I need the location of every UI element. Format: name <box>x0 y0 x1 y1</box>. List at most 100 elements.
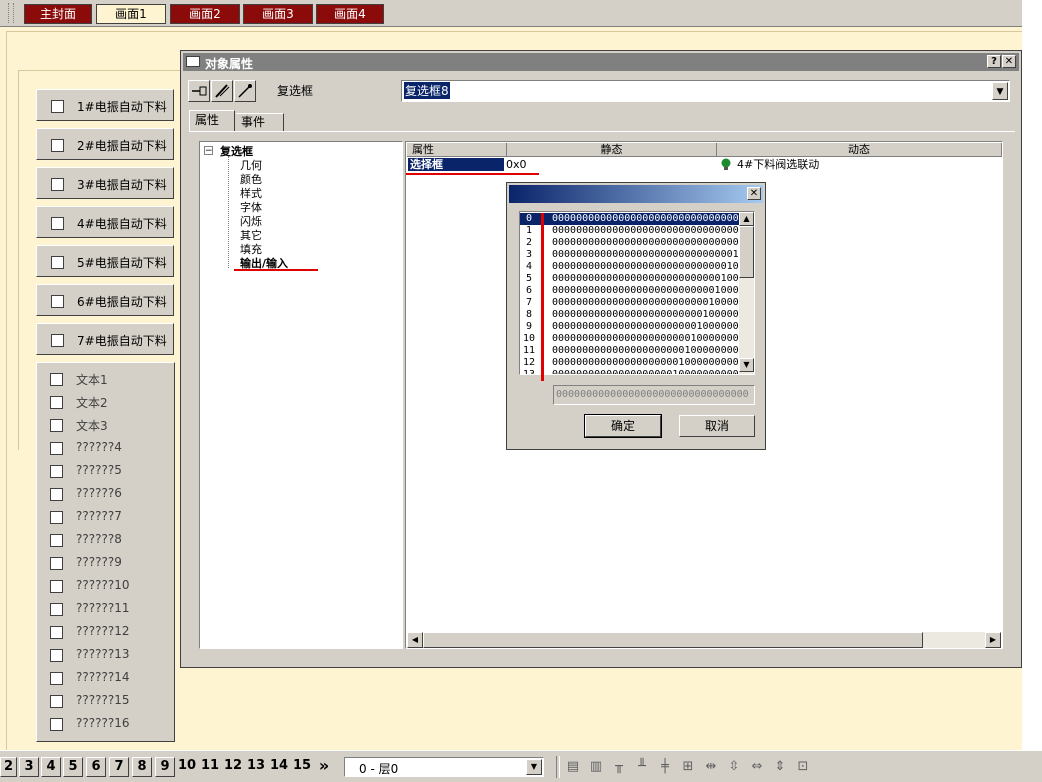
checkbox-square[interactable] <box>50 603 63 616</box>
checkbox-square[interactable] <box>50 718 63 731</box>
bit-row[interactable]: 1 00000000000000000000000000000000 <box>520 225 745 237</box>
cancel-button[interactable]: 取消 <box>679 415 755 437</box>
close-button[interactable]: ✕ <box>1002 55 1016 68</box>
checkbox-square[interactable] <box>50 419 63 432</box>
bit-row[interactable]: 7 00000000000000000000000000100000 <box>520 297 745 309</box>
page-button-9[interactable]: 9 <box>155 757 175 777</box>
grid-header-property[interactable]: 属性 <box>407 143 507 157</box>
checkbox-list-item[interactable]: ??????6 <box>36 482 174 505</box>
tab-main-cover[interactable]: 主封面 <box>24 4 92 24</box>
vertical-scrollbar[interactable]: ▲ ▼ <box>739 212 754 374</box>
page-button-7[interactable]: 7 <box>109 757 129 777</box>
bit-row[interactable]: 10 00000000000000000000000100000000 <box>520 333 745 345</box>
page-button-13[interactable]: 13 <box>246 757 266 777</box>
bit-row[interactable]: 11 00000000000000000000001000000000 <box>520 345 745 357</box>
bit-row[interactable]: 3 00000000000000000000000000000010 <box>520 249 745 261</box>
checkbox-list-item[interactable]: ??????7 <box>36 505 174 528</box>
checkbox-list-item[interactable]: ??????16 <box>36 712 174 735</box>
checkbox-square[interactable] <box>50 442 63 455</box>
bit-row[interactable]: 6 00000000000000000000000000010000 <box>520 285 745 297</box>
checkbox-list-item[interactable]: ??????15 <box>36 689 174 712</box>
popup-close-button[interactable]: ✕ <box>747 187 761 200</box>
tree-collapse-icon[interactable]: − <box>204 146 213 156</box>
page-button-15[interactable]: 15 <box>292 757 312 777</box>
checkbox-list-item[interactable]: ??????8 <box>36 528 174 551</box>
horizontal-scrollbar[interactable]: ◀ ▶ <box>407 632 1001 648</box>
page-button-3[interactable]: 3 <box>19 757 39 777</box>
grid-header-static[interactable]: 静态 <box>507 143 717 157</box>
checkbox-square[interactable] <box>51 217 64 230</box>
bit-row[interactable]: 2 00000000000000000000000000000001 <box>520 237 745 249</box>
page-button-5[interactable]: 5 <box>63 757 83 777</box>
same-width-icon[interactable]: ⇔ <box>748 758 766 776</box>
bit-row[interactable]: 12 00000000000000000000010000000000 <box>520 357 745 369</box>
checkbox-6-auto-feed[interactable]: 6#电振自动下料 <box>36 284 174 316</box>
checkbox-list-item[interactable]: ??????10 <box>36 574 174 597</box>
checkbox-square[interactable] <box>50 626 63 639</box>
align-center-h-icon[interactable]: ▥ <box>587 758 605 776</box>
chevron-down-icon[interactable]: ▼ <box>992 82 1008 100</box>
tab-screen-1[interactable]: 画面1 <box>96 4 166 24</box>
checkbox-square[interactable] <box>51 334 64 347</box>
checkbox-1-auto-feed[interactable]: 1#电振自动下料 <box>36 89 174 121</box>
align-left-icon[interactable]: ▤ <box>564 758 582 776</box>
distribute-h-icon[interactable]: ⇹ <box>702 758 720 776</box>
checkbox-square[interactable] <box>50 649 63 662</box>
checkbox-list-item[interactable]: ??????5 <box>36 459 174 482</box>
edit-button[interactable] <box>211 80 233 102</box>
scroll-down-icon[interactable]: ▼ <box>739 358 754 372</box>
grid-cell-dynamic[interactable]: 4#下料阀选联动 <box>737 158 819 171</box>
checkbox-square[interactable] <box>50 373 63 386</box>
bit-row-selected[interactable]: 0 00000000000000000000000000000000 <box>520 213 745 225</box>
page-button-4[interactable]: 4 <box>41 757 61 777</box>
align-center-v-icon[interactable]: ╪ <box>656 758 674 776</box>
page-button-11[interactable]: 11 <box>200 757 220 777</box>
ok-button[interactable]: 确定 <box>584 414 662 438</box>
page-button-12[interactable]: 12 <box>223 757 243 777</box>
checkbox-list-item[interactable]: 文本1 <box>36 367 174 390</box>
checkbox-list-item[interactable]: ??????12 <box>36 620 174 643</box>
tab-properties[interactable]: 属性 <box>189 110 235 132</box>
page-button-6[interactable]: 6 <box>86 757 106 777</box>
distribute-v-icon[interactable]: ⇳ <box>725 758 743 776</box>
page-button-14[interactable]: 14 <box>269 757 289 777</box>
checkbox-list-item[interactable]: ??????14 <box>36 666 174 689</box>
checkbox-list-item[interactable]: ??????9 <box>36 551 174 574</box>
checkbox-7-auto-feed[interactable]: 7#电振自动下料 <box>36 323 174 355</box>
bit-row[interactable]: 9 00000000000000000000000010000000 <box>520 321 745 333</box>
checkbox-square[interactable] <box>50 580 63 593</box>
grid-header-dynamic[interactable]: 动态 <box>717 143 1002 157</box>
layer-select[interactable]: 0 - 层0 ▼ <box>344 757 544 777</box>
page-button-8[interactable]: 8 <box>132 757 152 777</box>
property-tree[interactable]: − 复选框 几何 颜色 样式 字体 闪烁 其它 填充 输出/输入 <box>199 141 403 649</box>
checkbox-5-auto-feed[interactable]: 5#电振自动下料 <box>36 245 174 277</box>
bit-row[interactable]: 13 00000000000000000000100000000000 <box>520 369 745 374</box>
page-button-10[interactable]: 10 <box>177 757 197 777</box>
checkbox-square[interactable] <box>50 488 63 501</box>
checkbox-list-item[interactable]: 文本2 <box>36 390 174 413</box>
same-size-icon[interactable]: ⊡ <box>794 758 812 776</box>
tab-screen-3[interactable]: 画面3 <box>243 4 313 24</box>
align-bottom-icon[interactable]: ╨ <box>633 758 651 776</box>
checkbox-square[interactable] <box>51 139 64 152</box>
align-top-icon[interactable]: ╥ <box>610 758 628 776</box>
scroll-up-icon[interactable]: ▲ <box>739 212 754 226</box>
toolbar-grip-icon[interactable] <box>8 3 14 23</box>
checkbox-square[interactable] <box>50 672 63 685</box>
checkbox-list-item[interactable]: 文本3 <box>36 413 174 436</box>
pin-button[interactable] <box>188 80 210 102</box>
dialog-title-bar[interactable]: 对象属性 ? ✕ <box>183 53 1019 71</box>
checkbox-square[interactable] <box>50 557 63 570</box>
tab-events[interactable]: 事件 <box>236 113 284 131</box>
checkbox-4-auto-feed[interactable]: 4#电振自动下料 <box>36 206 174 238</box>
popup-title-bar[interactable]: ✕ <box>509 185 763 203</box>
checkbox-square[interactable] <box>51 100 64 113</box>
scroll-left-icon[interactable]: ◀ <box>407 632 423 648</box>
checkbox-square[interactable] <box>50 511 63 524</box>
checkbox-square[interactable] <box>51 256 64 269</box>
checkbox-square[interactable] <box>50 396 63 409</box>
grid-cell-static[interactable]: 0x0 <box>506 158 527 171</box>
more-pages-icon[interactable]: » <box>314 757 334 777</box>
checkbox-square[interactable] <box>50 695 63 708</box>
grid-cell-property[interactable]: 选择框 <box>408 158 504 171</box>
